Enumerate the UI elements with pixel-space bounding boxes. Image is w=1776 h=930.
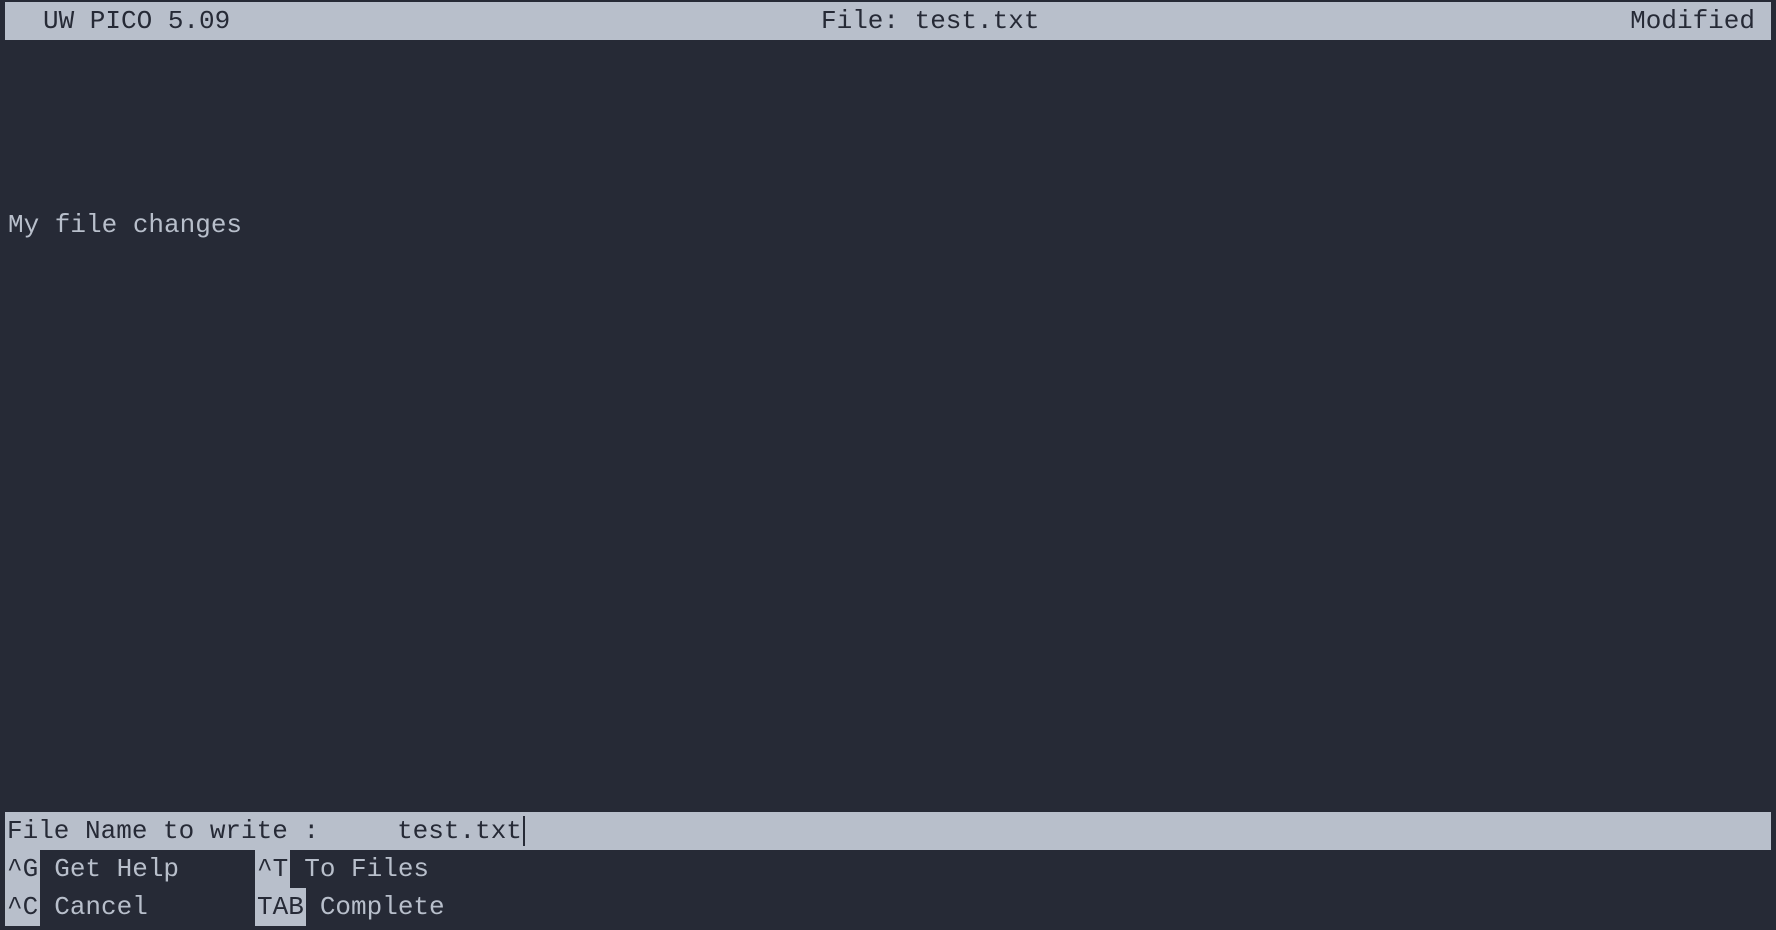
help-cancel[interactable]: ^C Cancel bbox=[5, 888, 255, 926]
help-label: Complete bbox=[320, 888, 445, 926]
help-row-2: ^C Cancel TAB Complete bbox=[5, 888, 1771, 926]
cursor-icon bbox=[523, 816, 525, 846]
help-complete[interactable]: TAB Complete bbox=[255, 888, 445, 926]
help-get-help[interactable]: ^G Get Help bbox=[5, 850, 255, 888]
blank-line bbox=[8, 108, 1768, 146]
filename-input[interactable]: test.txt bbox=[335, 774, 525, 888]
file-label: File: test.txt bbox=[230, 2, 1630, 40]
key-badge: ^T bbox=[255, 850, 290, 888]
title-bar: UW PICO 5.09 File: test.txt Modified bbox=[5, 2, 1771, 40]
help-row-1: ^G Get Help ^T To Files bbox=[5, 850, 1771, 888]
help-area: ^G Get Help ^T To Files ^C Cancel TAB Co… bbox=[0, 850, 1776, 930]
help-label: Get Help bbox=[54, 850, 179, 888]
app-name: UW PICO 5.09 bbox=[13, 2, 230, 40]
help-label: Cancel bbox=[54, 888, 148, 926]
editor-line: My file changes bbox=[8, 206, 1768, 244]
filename-value: test.txt bbox=[397, 816, 522, 846]
key-badge: ^C bbox=[5, 888, 40, 926]
editor-area[interactable]: My file changes bbox=[0, 40, 1776, 812]
key-badge: TAB bbox=[255, 888, 306, 926]
key-badge: ^G bbox=[5, 850, 40, 888]
modified-status: Modified bbox=[1630, 2, 1763, 40]
prompt-label: File Name to write : bbox=[5, 812, 335, 850]
prompt-bar[interactable]: File Name to write : test.txt bbox=[5, 812, 1771, 850]
